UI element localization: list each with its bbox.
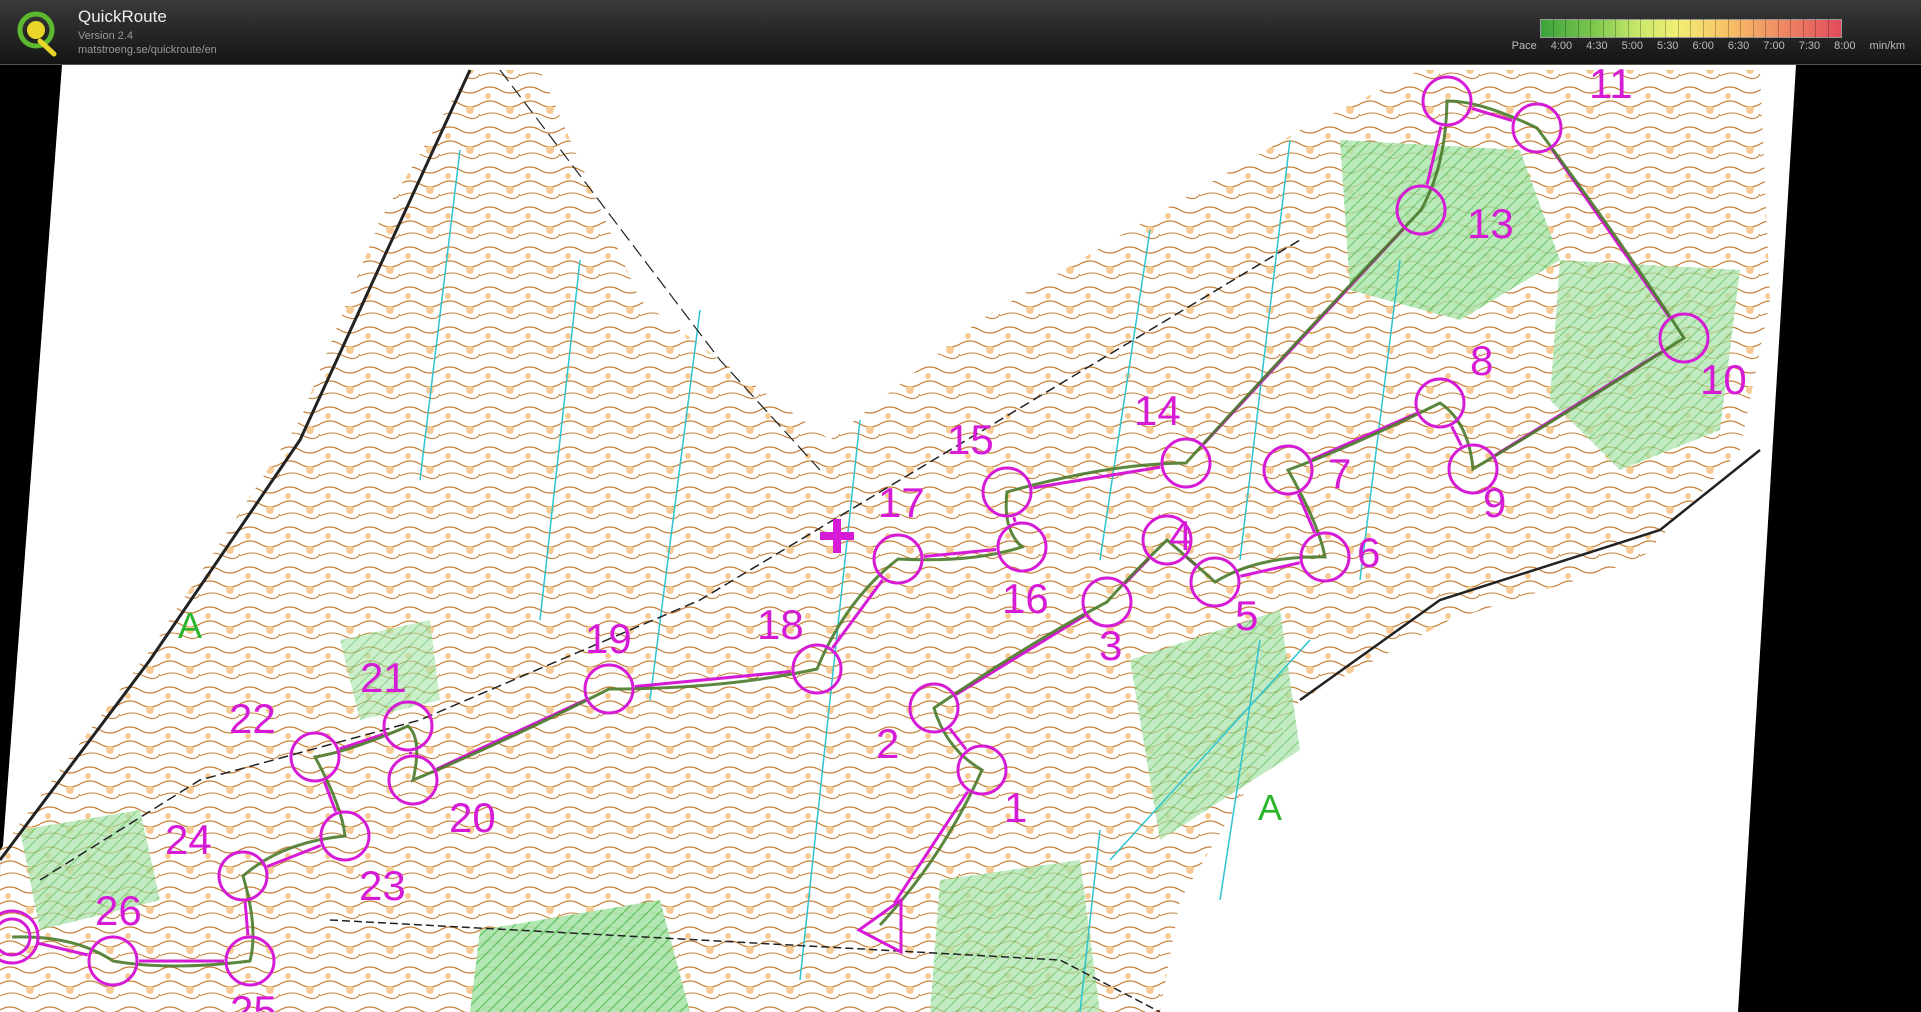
control-number-17: 17 [878,479,925,526]
control-number-4: 4 [1169,512,1192,559]
map-a-label: A [1258,787,1282,828]
pace-tick-label: 6:30 [1727,40,1750,52]
control-number-23: 23 [359,862,406,909]
control-number-18: 18 [757,601,804,648]
pace-tick-label: 6:00 [1692,40,1714,52]
control-number-24: 24 [165,816,212,863]
control-number-9: 9 [1483,479,1506,526]
control-number-1: 1 [1004,784,1027,831]
control-number-25: 25 [230,987,277,1012]
control-number-14: 14 [1134,387,1181,434]
control-number-13: 13 [1467,200,1514,247]
app-name: QuickRoute [78,7,167,26]
pace-tick-label: 4:00 [1550,40,1573,52]
pace-legend-gradient [1540,19,1842,38]
pace-tick-label: 7:00 [1763,40,1785,52]
pace-tick-label: 7:30 [1798,40,1821,52]
control-number-11: 11 [1589,65,1633,107]
pace-tick-label: 5:00 [1621,40,1644,52]
app-url[interactable]: matstroeng.se/quickroute/en [78,44,217,56]
pace-tick-label: 4:30 [1586,40,1608,52]
course-leg [1012,516,1017,523]
app-version: Version 2.4 [78,30,134,42]
control-number-10: 10 [1700,356,1747,403]
control-number-3: 3 [1099,622,1122,669]
control-number-7: 7 [1328,450,1351,497]
control-number-6: 6 [1357,529,1380,576]
control-number-5: 5 [1235,592,1258,639]
control-number-8: 8 [1470,337,1493,384]
control-number-22: 22 [229,695,276,742]
pace-unit-label: min/km [1869,40,1905,52]
control-number-2: 2 [876,720,899,767]
pace-label: Pace [1511,40,1537,52]
quickroute-logo-icon [16,8,62,58]
control-number-19: 19 [585,615,632,662]
map-a-label: A [178,605,202,646]
control-number-16: 16 [1002,575,1049,622]
control-number-20: 20 [449,794,496,841]
pace-legend-labels: Pace 4:00 4:30 5:00 5:30 6:00 6:30 7:00 … [1498,40,1905,52]
control-number-15: 15 [947,416,994,463]
control-number-26: 26 [95,887,142,934]
control-number-21: 21 [360,654,407,701]
pace-tick-label: 5:30 [1657,40,1679,52]
title-bar: QuickRoute Version 2.4 matstroeng.se/qui… [0,0,1921,65]
pace-tick-label: 8:00 [1834,40,1856,52]
orienteering-map[interactable]: A A 123456789101113141516171819202122232… [0,65,1921,1012]
